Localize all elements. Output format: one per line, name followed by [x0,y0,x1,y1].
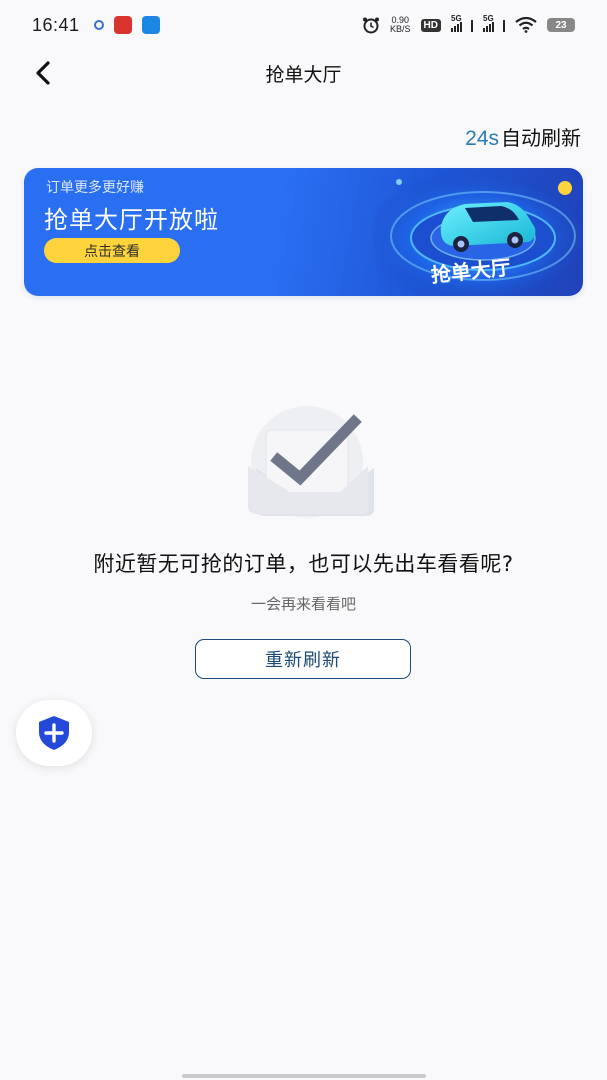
signal-type-label: 5G [451,14,462,23]
refresh-button[interactable]: 重新刷新 [195,639,411,679]
back-arrow-icon [36,61,50,85]
nav-bar: 抢单大厅 [0,50,607,96]
empty-state-subtitle: 一会再来看看吧 [250,595,356,613]
view-details-button[interactable]: 点击查看 [44,238,180,263]
shield-plus-icon [39,716,69,750]
empty-orders-icon [248,406,374,518]
auto-refresh-countdown: 24s 自动刷新 [465,122,581,151]
message-app-icon [141,16,160,34]
refresh-seconds: 24s [465,127,499,150]
status-bar: 16:41 0.90 KB/S HD 5G 5G 23 [0,0,607,50]
cellular-signal-icon: 5G [451,14,473,32]
car-hall-illustration: 抢单大厅 [373,168,583,296]
empty-state-title: 附近暂无可抢的订单，也可以先出车看看呢? [93,552,514,576]
signal-type-label-2: 5G [483,14,494,23]
network-speed-unit: KB/S [390,24,411,34]
banner-title: 抢单大厅开放啦 [44,206,219,234]
page-title: 抢单大厅 [265,63,342,86]
safety-center-button[interactable] [16,700,92,766]
home-indicator[interactable] [182,1074,426,1078]
promo-banner[interactable]: 订单更多更好赚 抢单大厅开放啦 点击查看 抢单大厅 [24,168,583,296]
app-notification-icon [93,20,104,30]
wifi-icon [515,17,537,33]
hd-icon: HD [420,18,441,32]
auto-refresh-label: 自动刷新 [501,126,581,150]
cellular-signal-icon-2: 5G [483,14,505,32]
notification-icons [93,16,160,34]
network-speed: 0.90 KB/S [390,16,411,34]
banner-subtitle: 订单更多更好赚 [46,180,144,196]
status-right-icons: 0.90 KB/S HD 5G 5G 23 [362,14,575,34]
back-button[interactable] [28,58,58,88]
battery-icon: 23 [547,18,575,32]
alarm-icon [363,17,380,34]
bank-app-icon [113,16,132,34]
status-time: 16:41 [32,14,80,35]
